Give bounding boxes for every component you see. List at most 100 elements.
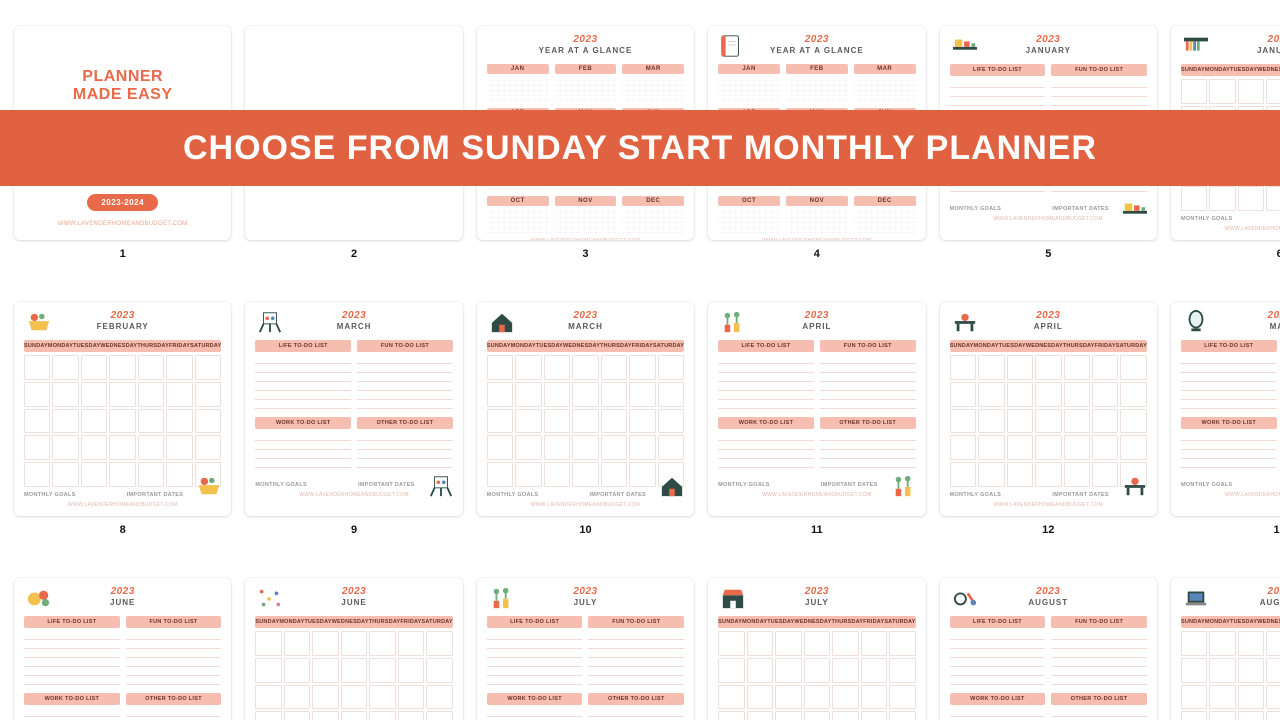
planner-page-thumb[interactable]: 2023 APRIL SUNDAYMONDAYTUESDAYWEDNESDAYT… (940, 302, 1157, 516)
yag-month-label: JAN (718, 64, 780, 74)
corner-illustration-icon (1121, 198, 1149, 222)
page-month: JUNE (60, 598, 185, 607)
page-number: 13 (1274, 524, 1280, 536)
corner-illustration-icon (658, 474, 686, 498)
fun-todo-header: FUN TO-DO LIST (357, 340, 453, 352)
page-year: 2023 (60, 586, 185, 597)
none-icon (487, 34, 517, 58)
basket-icon (24, 310, 54, 334)
calendar-grid (718, 631, 915, 720)
page-year: 2023 (986, 34, 1111, 45)
calendar-grid (950, 355, 1147, 487)
page-footer-site: WWW.LAVENDERHOMEANDBUDGET.COM (487, 502, 684, 508)
planner-page-thumb[interactable]: 2023 AUGUST LIFE TO-DO LIST FUN TO-DO LI… (940, 578, 1157, 720)
confetti-icon (255, 586, 285, 610)
planner-page-thumb[interactable]: 2023 JUNE SUNDAYMONDAYTUESDAYWEDNESDAYTH… (245, 578, 462, 720)
page-month: MARCH (291, 322, 416, 331)
page-year: 2023 (754, 586, 879, 597)
monthly-goals-label: MONTHLY GOALS (718, 482, 813, 488)
planner-page-thumb[interactable]: 2023 FEBRUARY SUNDAYMONDAYTUESDAYWEDNESD… (14, 302, 231, 516)
yag-month-label: FEB (786, 64, 848, 74)
page-footer-site: WWW.LAVENDERHOMEANDBUDGET.COM (255, 492, 452, 498)
thumbnail-cell: 2023 MARCH SUNDAYMONDAYTUESDAYWEDNESDAYT… (477, 302, 694, 572)
yag-month-label: NOV (786, 196, 848, 206)
dow-header: SUNDAYMONDAYTUESDAYWEDNESDAYTHURSDAYFRID… (1181, 616, 1280, 628)
page-number: 1 (120, 248, 126, 260)
page-year: 2023 (1217, 586, 1280, 597)
page-number: 3 (582, 248, 588, 260)
monthly-goals-label: MONTHLY GOALS (1181, 482, 1276, 488)
page-year: 2023 (1217, 310, 1280, 321)
page-number: 11 (811, 524, 823, 536)
fun-todo-header: FUN TO-DO LIST (1051, 616, 1147, 628)
notebook-icon (718, 34, 748, 58)
page-footer-site: WWW.LAVENDERHOMEANDBUDGET.COM (950, 502, 1147, 508)
page-footer-site: WWW.LAVENDERHOMEANDBUDGET.COM (1181, 492, 1280, 498)
planner-page-thumb[interactable]: 2023 APRIL LIFE TO-DO LIST FUN TO-DO LIS… (708, 302, 925, 516)
page-month: JANUARY (986, 46, 1111, 55)
yag-month-label: JAN (487, 64, 549, 74)
shelf-icon (1181, 34, 1211, 58)
page-footer-site: WWW.LAVENDERHOMEANDBUDGET.COM (487, 238, 684, 240)
work-todo-header: WORK TO-DO LIST (487, 693, 583, 705)
page-number: 2 (351, 248, 357, 260)
planner-page-thumb[interactable]: 2023 MAY LIFE TO-DO LIST FUN TO-DO LIST … (1171, 302, 1280, 516)
dow-header: SUNDAYMONDAYTUESDAYWEDNESDAYTHURSDAYFRID… (718, 616, 915, 628)
mirror-icon (1181, 310, 1211, 334)
yag-month-label: DEC (854, 196, 916, 206)
page-year: 2023 (291, 586, 416, 597)
plants-icon (718, 310, 748, 334)
work-todo-header: WORK TO-DO LIST (950, 693, 1046, 705)
other-todo-header: OTHER TO-DO LIST (126, 693, 222, 705)
life-todo-header: LIFE TO-DO LIST (1181, 340, 1277, 352)
work-todo-header: WORK TO-DO LIST (1181, 417, 1277, 429)
yag-month-label: MAR (622, 64, 684, 74)
page-year: 2023 (291, 310, 416, 321)
thumbnail-grid: PLANNER MADE EASY 2023-2024 WWW.LAVENDER… (0, 0, 1280, 720)
yag-month-label: NOV (555, 196, 617, 206)
planner-page-thumb[interactable]: 2023 MARCH SUNDAYMONDAYTUESDAYWEDNESDAYT… (477, 302, 694, 516)
monthly-goals-label: MONTHLY GOALS (950, 206, 1045, 212)
planner-page-thumb[interactable]: 2023 AUGUST SUNDAYMONDAYTUESDAYWEDNESDAY… (1171, 578, 1280, 720)
corner-illustration-icon (427, 474, 455, 498)
page-number: 8 (120, 524, 126, 536)
page-number: 4 (814, 248, 820, 260)
headline-text: CHOOSE FROM SUNDAY START MONTHLY PLANNER (183, 129, 1097, 168)
planner-page-thumb[interactable]: 2023 JUNE LIFE TO-DO LIST FUN TO-DO LIST… (14, 578, 231, 720)
page-number: 6 (1277, 248, 1280, 260)
page-year: 2023 (523, 34, 648, 45)
page-number: 5 (1045, 248, 1051, 260)
life-todo-header: LIFE TO-DO LIST (950, 64, 1046, 76)
sport-icon (950, 586, 980, 610)
cover-title-1: PLANNER (82, 68, 163, 86)
fun-todo-header: FUN TO-DO LIST (1051, 64, 1147, 76)
other-todo-header: OTHER TO-DO LIST (357, 417, 453, 429)
page-month: MARCH (523, 322, 648, 331)
dow-header: SUNDAYMONDAYTUESDAYWEDNESDAYTHURSDAYFRID… (255, 616, 452, 628)
shop-icon (718, 586, 748, 610)
page-footer-site: WWW.LAVENDERHOMEANDBUDGET.COM (24, 502, 221, 508)
laptop-icon (1181, 586, 1211, 610)
page-number: 10 (579, 524, 591, 536)
planner-page-thumb[interactable]: 2023 JULY LIFE TO-DO LIST FUN TO-DO LIST… (477, 578, 694, 720)
page-year: 2023 (523, 310, 648, 321)
planner-page-thumb[interactable]: 2023 JULY SUNDAYMONDAYTUESDAYWEDNESDAYTH… (708, 578, 925, 720)
headline-banner: CHOOSE FROM SUNDAY START MONTHLY PLANNER (0, 110, 1280, 186)
page-number: 12 (1042, 524, 1054, 536)
thumbnail-cell: 2023 MARCH LIFE TO-DO LIST FUN TO-DO LIS… (245, 302, 462, 572)
page-month: JANUARY (1217, 46, 1280, 55)
fun-todo-header: FUN TO-DO LIST (588, 616, 684, 628)
life-todo-header: LIFE TO-DO LIST (24, 616, 120, 628)
planner-page-thumb[interactable]: 2023 MARCH LIFE TO-DO LIST FUN TO-DO LIS… (245, 302, 462, 516)
page-month: APRIL (986, 322, 1111, 331)
cover-site: WWW.LAVENDERHOMEANDBUDGET.COM (58, 221, 188, 227)
page-year: 2023 (986, 310, 1111, 321)
page-year: 2023 (523, 586, 648, 597)
cover-title-2: MADE EASY (73, 86, 173, 104)
page-month: AUGUST (986, 598, 1111, 607)
calendar-grid (24, 355, 221, 487)
page-footer-site: WWW.LAVENDERHOMEANDBUDGET.COM (718, 492, 915, 498)
life-todo-header: LIFE TO-DO LIST (487, 616, 583, 628)
other-todo-header: OTHER TO-DO LIST (588, 693, 684, 705)
work-todo-header: WORK TO-DO LIST (24, 693, 120, 705)
